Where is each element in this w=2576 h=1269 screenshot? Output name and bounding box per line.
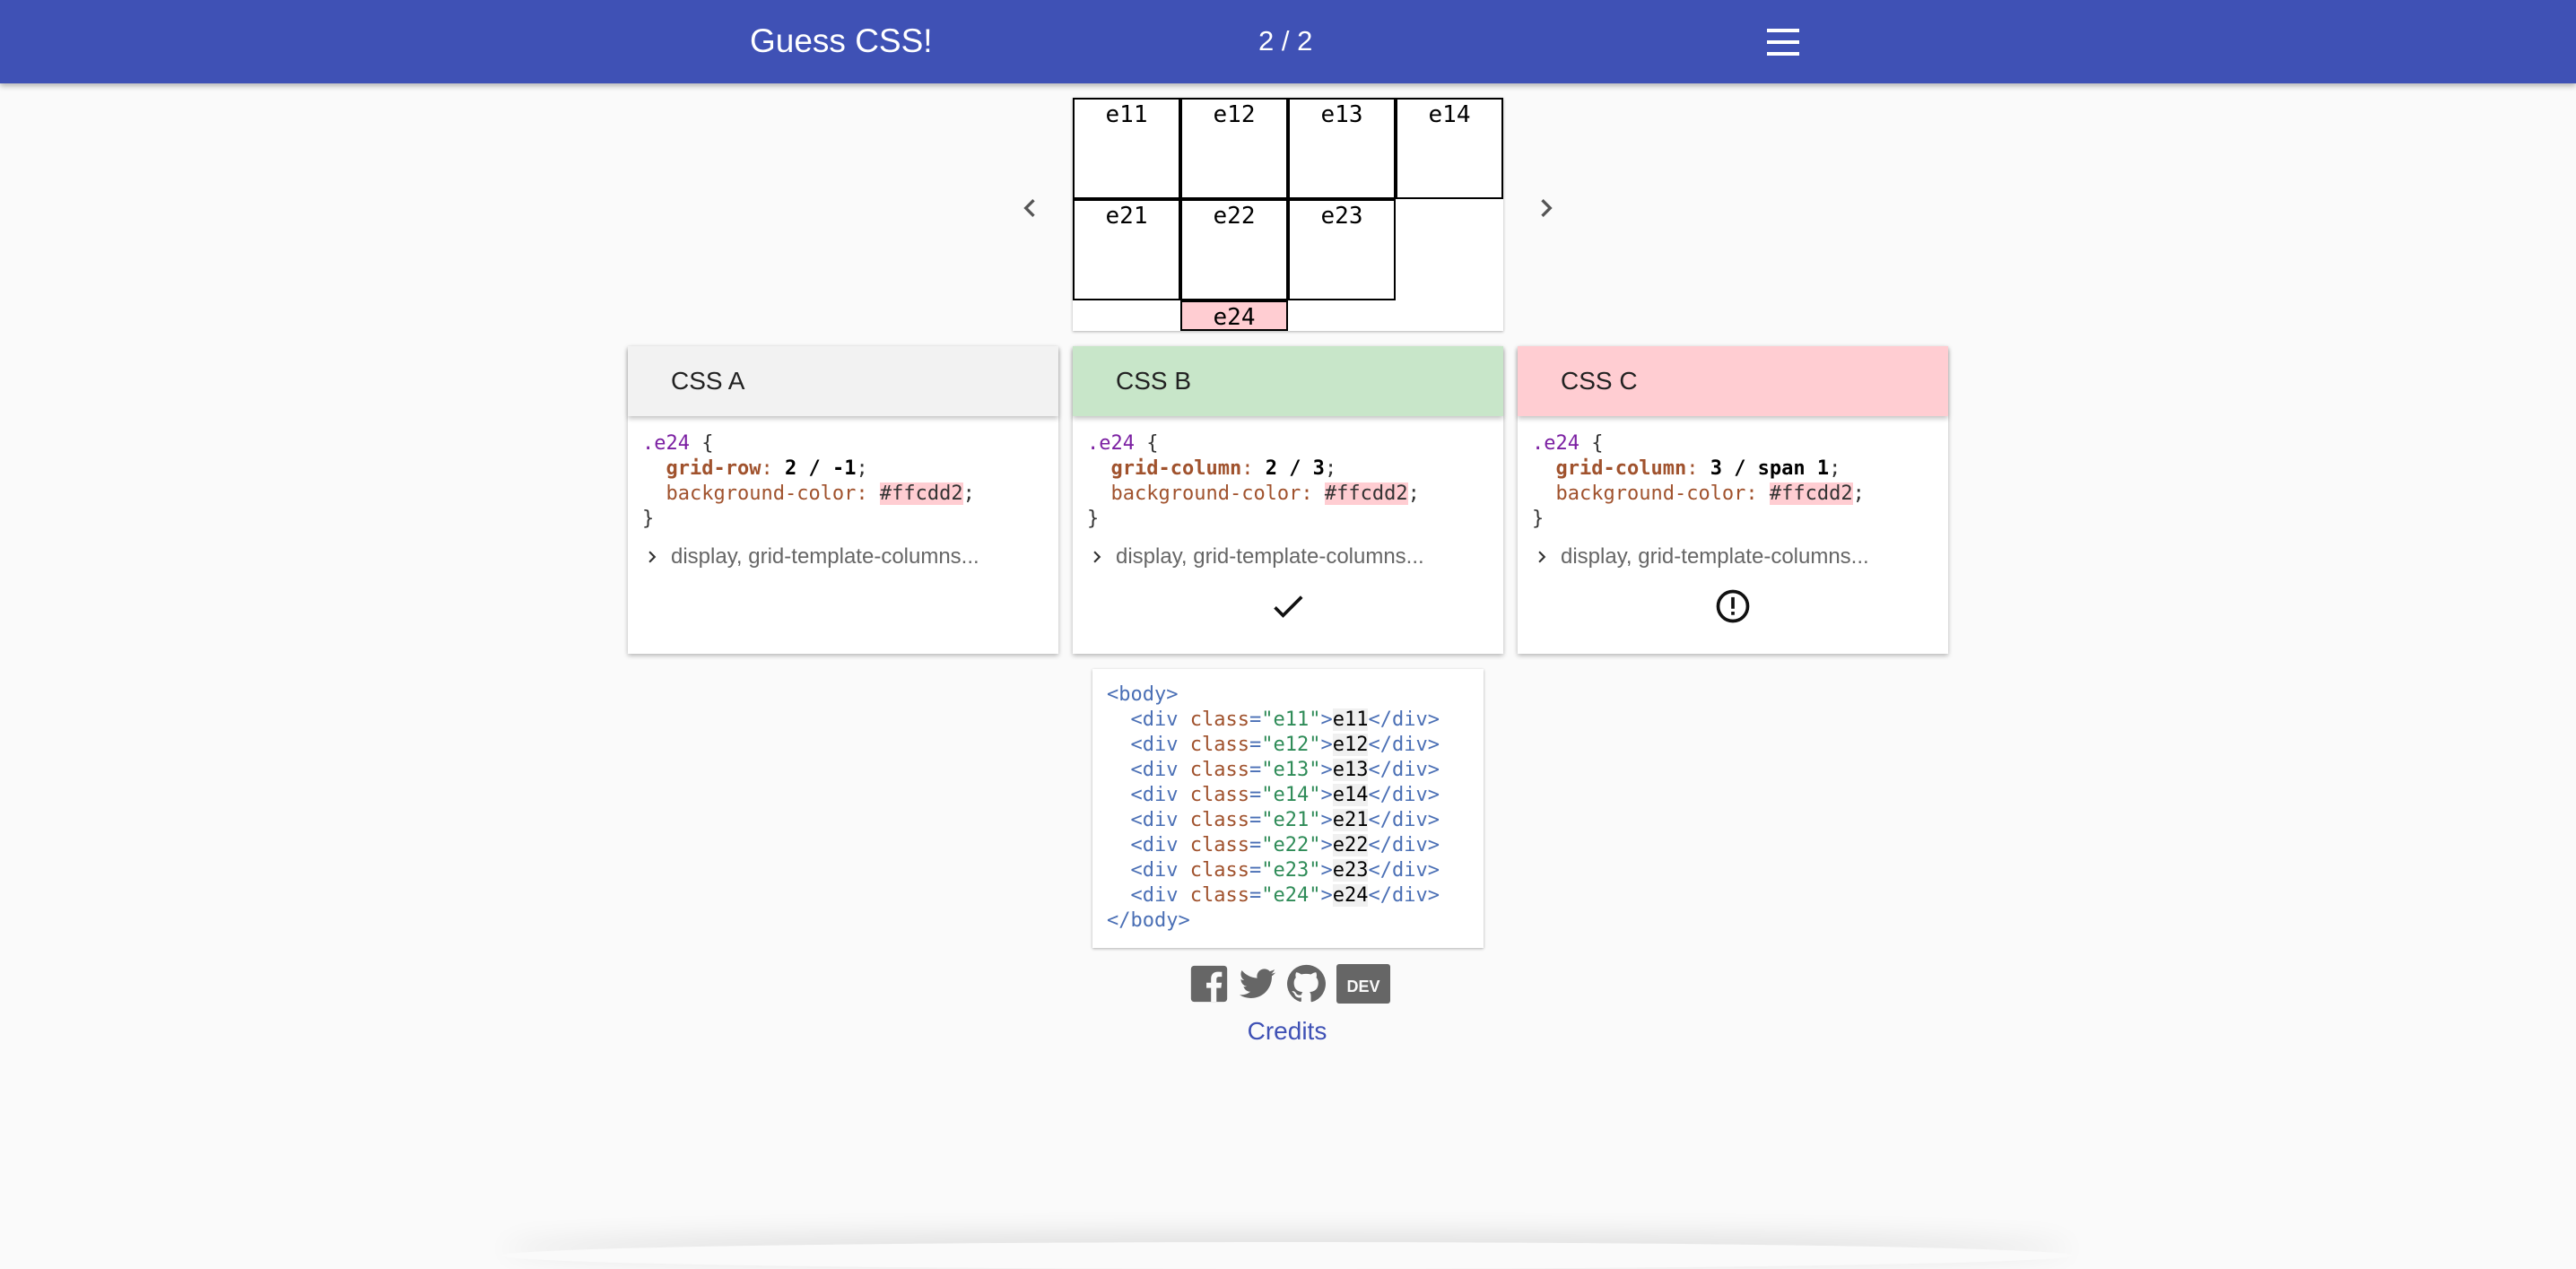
chevron-right-icon — [648, 551, 657, 563]
grid-cell-e22: e22 — [1180, 199, 1288, 300]
grid-cell-e21: e21 — [1073, 199, 1180, 300]
body-close-tag: </body> — [1107, 909, 1190, 932]
class-value: e24 — [1273, 884, 1310, 907]
expand-summary: display, grid-template-columns... — [1116, 544, 1424, 569]
css-value: 2 / -1 — [784, 457, 857, 480]
css-selector: .e24 — [1532, 432, 1580, 455]
css-property: grid-column — [1110, 457, 1242, 480]
element-text: e14 — [1332, 784, 1369, 806]
app-bar: Guess CSS! 2 / 2 — [0, 0, 2576, 83]
next-arrow-icon[interactable] — [1528, 190, 1564, 226]
html-source-line: <div class="e12">e12</div> — [1130, 734, 1440, 756]
element-text: e24 — [1332, 884, 1369, 907]
question-counter: 2 / 2 — [1258, 25, 1313, 56]
html-source-line: <div class="e21">e21</div> — [1130, 809, 1440, 831]
open-brace: { — [701, 432, 714, 455]
grid-cell-e13: e13 — [1288, 98, 1396, 199]
grid-cell-e23: e23 — [1288, 199, 1396, 300]
css-property: background-color — [666, 482, 857, 505]
css-option-card-b[interactable]: CSS B .e24 { grid-column: 2 / 3; backgro… — [1073, 346, 1503, 654]
grid-preview: e11 e12 e13 e14 e21 e22 e23 e24 — [1073, 98, 1503, 331]
card-title: CSS A — [628, 346, 1058, 416]
expand-toggle[interactable]: display, grid-template-columns... — [628, 543, 1058, 571]
github-icon[interactable] — [1286, 964, 1326, 1004]
open-brace: { — [1146, 432, 1159, 455]
close-brace: } — [1087, 508, 1100, 530]
html-source-line: <div class="e11">e11</div> — [1130, 708, 1440, 731]
prev-arrow-icon[interactable] — [1012, 190, 1048, 226]
credits-link[interactable]: Credits — [1220, 1017, 1354, 1046]
element-text: e21 — [1332, 809, 1369, 831]
html-source-line: <div class="e14">e14</div> — [1130, 784, 1440, 806]
svg-text:DEV: DEV — [1346, 978, 1379, 995]
grid-cell-e24: e24 — [1180, 300, 1288, 331]
class-value: e12 — [1273, 734, 1310, 756]
chevron-right-icon — [1093, 551, 1101, 563]
grid-cell-e12: e12 — [1180, 98, 1288, 199]
css-code-block: .e24 { grid-row: 2 / -1; background-colo… — [642, 432, 975, 530]
element-text: e11 — [1332, 708, 1369, 731]
css-option-card-a[interactable]: CSS A .e24 { grid-row: 2 / -1; backgroun… — [628, 346, 1058, 654]
class-value: e13 — [1273, 759, 1310, 781]
body-open-tag: <body> — [1107, 683, 1179, 706]
error-icon — [1716, 589, 1750, 623]
css-value: #ffcdd2 — [1769, 482, 1853, 505]
element-text: e12 — [1332, 734, 1369, 756]
html-source-line: <div class="e13">e13</div> — [1130, 759, 1440, 781]
element-text: e23 — [1332, 859, 1369, 882]
element-text: e22 — [1332, 834, 1369, 856]
css-value: #ffcdd2 — [879, 482, 963, 505]
expand-toggle[interactable]: display, grid-template-columns... — [1073, 543, 1503, 571]
css-selector: .e24 — [642, 432, 690, 455]
twitter-icon[interactable] — [1238, 964, 1277, 1004]
facebook-icon[interactable] — [1189, 964, 1229, 1004]
class-value: e11 — [1273, 708, 1310, 731]
css-property: grid-column — [1555, 457, 1687, 480]
bottom-sheet-shadow — [502, 1242, 2072, 1269]
css-value: 2 / 3 — [1265, 457, 1325, 480]
css-code-block: .e24 { grid-column: 2 / 3; background-co… — [1087, 432, 1420, 530]
card-title: CSS C — [1518, 346, 1948, 416]
grid-cell-e14: e14 — [1396, 98, 1503, 199]
css-code-block: .e24 { grid-column: 3 / span 1; backgrou… — [1532, 432, 1865, 530]
card-title: CSS B — [1073, 346, 1503, 416]
chevron-right-icon — [1538, 551, 1546, 563]
menu-icon[interactable] — [1762, 25, 1805, 59]
expand-toggle[interactable]: display, grid-template-columns... — [1518, 543, 1948, 571]
class-value: e21 — [1273, 809, 1310, 831]
css-value: #ffcdd2 — [1324, 482, 1408, 505]
html-source-line: <div class="e24">e24</div> — [1130, 884, 1440, 907]
html-source-code: <body> <div class="e11">e11</div> <div c… — [1092, 669, 1484, 934]
close-brace: } — [642, 508, 655, 530]
html-source-line: <div class="e22">e22</div> — [1130, 834, 1440, 856]
css-property: background-color — [1110, 482, 1301, 505]
open-brace: { — [1591, 432, 1604, 455]
class-value: e22 — [1273, 834, 1310, 856]
expand-summary: display, grid-template-columns... — [1561, 544, 1869, 569]
class-value: e23 — [1273, 859, 1310, 882]
expand-summary: display, grid-template-columns... — [671, 544, 979, 569]
class-value: e14 — [1273, 784, 1310, 806]
check-icon — [1274, 595, 1303, 618]
close-brace: } — [1532, 508, 1545, 530]
css-property: background-color — [1555, 482, 1746, 505]
app-title: Guess CSS! — [750, 22, 933, 59]
css-property: grid-row — [666, 457, 761, 480]
html-source-panel: <body> <div class="e11">e11</div> <div c… — [1092, 669, 1484, 948]
element-text: e13 — [1332, 759, 1369, 781]
css-selector: .e24 — [1087, 432, 1135, 455]
grid-cell-e11: e11 — [1073, 98, 1180, 199]
html-source-line: <div class="e23">e23</div> — [1130, 859, 1440, 882]
dev-icon[interactable]: DEV — [1336, 964, 1390, 1004]
css-value: 3 / span 1 — [1710, 457, 1830, 480]
css-option-card-c[interactable]: CSS C .e24 { grid-column: 3 / span 1; ba… — [1518, 346, 1948, 654]
